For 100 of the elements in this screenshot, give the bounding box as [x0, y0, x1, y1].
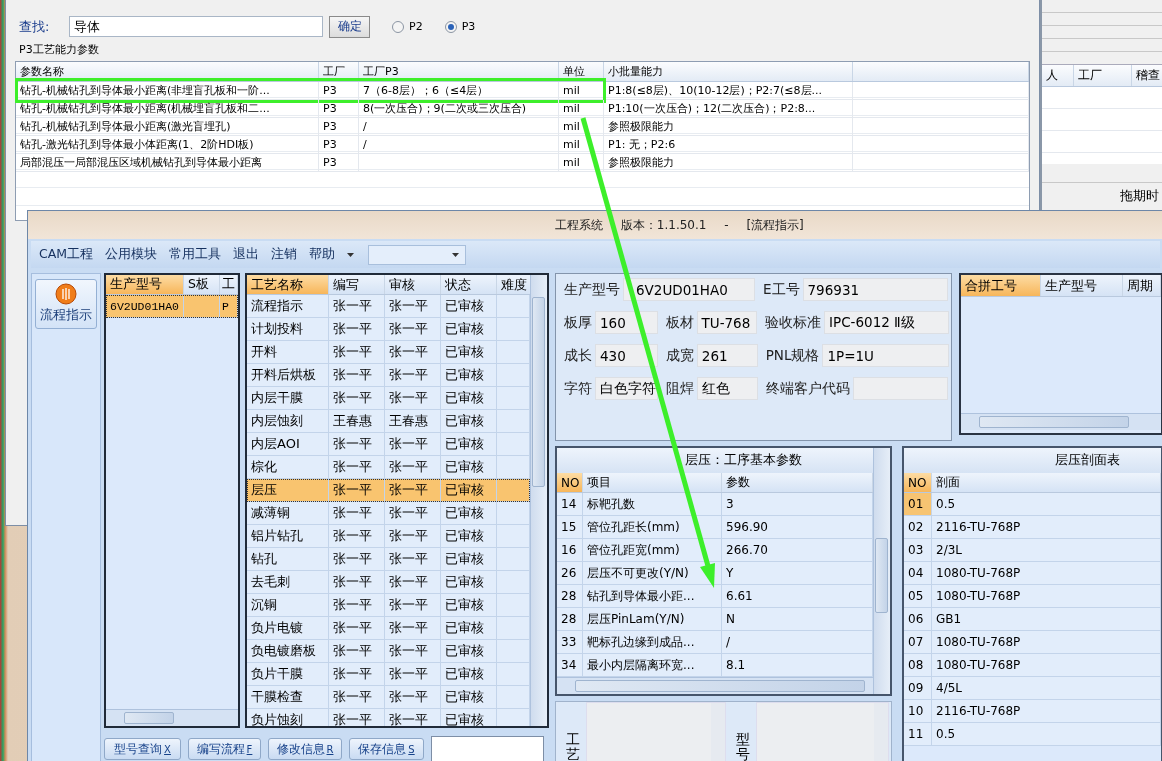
input-field[interactable]: [431, 736, 544, 761]
scrollbar[interactable]: [575, 680, 865, 692]
save-button[interactable]: 保存信息 S: [349, 738, 424, 760]
table-cell: /: [722, 631, 873, 654]
query-button[interactable]: 型号查询 X: [104, 738, 181, 760]
search-field[interactable]: 导体: [69, 16, 323, 37]
text-field[interactable]: 261: [696, 344, 758, 367]
table-row[interactable]: 减薄铜 张一平 张一平 已审核: [247, 502, 530, 525]
table-cell: 王春惠: [385, 410, 441, 433]
table-row[interactable]: 层压 张一平 张一平 已审核: [247, 479, 530, 502]
table-row[interactable]: 内层蚀刻 王春惠 王春惠 已审核: [247, 410, 530, 433]
table-row[interactable]: 干膜检查 张一平 张一平 已审核: [247, 686, 530, 709]
ball-icon: [55, 283, 77, 305]
table-cell[interactable]: 10: [904, 700, 932, 723]
text-area[interactable]: [756, 702, 889, 761]
scrollbar[interactable]: [532, 297, 545, 487]
table-cell: P3: [319, 118, 359, 136]
column-header[interactable]: 拖期时: [1120, 187, 1162, 204]
column-header[interactable]: 稽查: [1132, 65, 1162, 86]
table-row[interactable]: 钻孔 张一平 张一平 已审核: [247, 548, 530, 571]
scrollbar[interactable]: [979, 416, 1129, 428]
text-field[interactable]: 白色字符: [595, 377, 658, 400]
table-row[interactable]: 负电镀磨板 张一平 张一平 已审核: [247, 640, 530, 663]
column-header[interactable]: 生产型号: [1041, 275, 1123, 296]
table-cell[interactable]: 08: [904, 654, 932, 677]
table-row[interactable]: 棕化 张一平 张一平 已审核: [247, 456, 530, 479]
table-cell: 已审核: [441, 387, 497, 410]
menu-item[interactable]: 注销: [271, 246, 298, 263]
text-field[interactable]: 红色: [697, 377, 758, 400]
table-row[interactable]: 开料 张一平 张一平 已审核: [247, 341, 530, 364]
table-cell[interactable]: 11: [904, 723, 932, 746]
column-header[interactable]: 参数名称: [16, 62, 319, 81]
text-field[interactable]: 1P=1U: [822, 344, 949, 367]
column-header[interactable]: 工厂: [1074, 65, 1132, 86]
column-header[interactable]: 单位: [559, 62, 604, 81]
menu-item[interactable]: 退出: [233, 246, 260, 263]
table-row[interactable]: 内层AOI 张一平 张一平 已审核: [247, 433, 530, 456]
table-row[interactable]: 负片干膜 张一平 张一平 已审核: [247, 663, 530, 686]
table-row[interactable]: 沉铜 张一平 张一平 已审核: [247, 594, 530, 617]
menu-item[interactable]: 公用模块: [105, 246, 158, 263]
table-row[interactable]: 6V2UD01HA0 P: [106, 295, 238, 318]
menu-item[interactable]: 常用工具: [169, 246, 222, 263]
column-header[interactable]: 工厂P3: [359, 62, 559, 81]
confirm-button[interactable]: 确定: [329, 15, 370, 38]
table-row[interactable]: 负片蚀刻 张一平 张一平 已审核: [247, 709, 530, 726]
text-field[interactable]: 160: [595, 311, 658, 334]
column-header[interactable]: 工厂: [319, 62, 359, 81]
column-header[interactable]: 合拼工号: [961, 275, 1041, 296]
table-cell[interactable]: 05: [904, 585, 932, 608]
radio-button[interactable]: P3: [444, 20, 476, 33]
column-header[interactable]: NO: [557, 473, 583, 492]
column-header[interactable]: 审核: [385, 275, 441, 294]
table-row[interactable]: 计划投料 张一平 张一平 已审核: [247, 318, 530, 341]
table-row[interactable]: 流程指示 张一平 张一平 已审核: [247, 295, 530, 318]
text-field[interactable]: TU-768: [696, 311, 758, 334]
scrollbar[interactable]: [124, 712, 174, 724]
table-cell[interactable]: 03: [904, 539, 932, 562]
column-header[interactable]: 项目: [583, 473, 722, 492]
text-field[interactable]: 796931: [802, 278, 948, 301]
text-field[interactable]: 6V2UD01HA0: [623, 278, 755, 301]
field-label: 终端客户代码: [766, 379, 850, 398]
flow-button[interactable]: 流程指示: [35, 279, 97, 329]
column-header[interactable]: 人: [1042, 65, 1074, 86]
column-header[interactable]: 状态: [441, 275, 497, 294]
column-header[interactable]: 生产型号: [106, 275, 184, 294]
table-row[interactable]: 负片电镀 张一平 张一平 已审核: [247, 617, 530, 640]
table-cell: [497, 318, 530, 341]
column-header[interactable]: S板: [184, 275, 220, 294]
table-cell[interactable]: 09: [904, 677, 932, 700]
column-header[interactable]: 周期: [1123, 275, 1161, 296]
table-cell[interactable]: 02: [904, 516, 932, 539]
edit-info-button[interactable]: 修改信息 R: [268, 738, 342, 760]
edit-flow-button[interactable]: 编写流程 F: [188, 738, 261, 760]
table-cell: 已审核: [441, 318, 497, 341]
text-area[interactable]: [586, 702, 726, 761]
table-cell: 铝片钻孔: [247, 525, 329, 548]
scrollbar[interactable]: [875, 538, 888, 613]
menu-item[interactable]: 帮助: [309, 246, 336, 263]
table-row[interactable]: 铝片钻孔 张一平 张一平 已审核: [247, 525, 530, 548]
text-field[interactable]: IPC-6012 Ⅱ级: [824, 311, 949, 334]
table-row[interactable]: 去毛刺 张一平 张一平 已审核: [247, 571, 530, 594]
column-header[interactable]: 工: [220, 275, 238, 294]
text-field[interactable]: 430: [595, 344, 658, 367]
column-header[interactable]: 编写: [329, 275, 385, 294]
radio-button[interactable]: P2: [392, 20, 423, 33]
column-header[interactable]: 小批量能力: [604, 62, 853, 81]
column-header[interactable]: NO: [904, 473, 932, 492]
table-cell: 596.90: [722, 516, 873, 539]
table-row[interactable]: 开料后烘板 张一平 张一平 已审核: [247, 364, 530, 387]
table-cell: 张一平: [329, 686, 385, 709]
table-cell[interactable]: 07: [904, 631, 932, 654]
column-header[interactable]: 剖面: [932, 473, 1161, 492]
table-row[interactable]: 内层干膜 张一平 张一平 已审核: [247, 387, 530, 410]
column-header[interactable]: 工艺名称: [247, 275, 329, 294]
table-cell[interactable]: 06: [904, 608, 932, 631]
table-cell: 钻孔-机械钻孔到导体最小距离(激光盲埋孔): [16, 118, 319, 136]
dropdown-field[interactable]: [368, 244, 467, 265]
table-cell: 开料后烘板: [247, 364, 329, 387]
menu-item[interactable]: CAM工程: [39, 246, 94, 263]
table-cell[interactable]: 04: [904, 562, 932, 585]
